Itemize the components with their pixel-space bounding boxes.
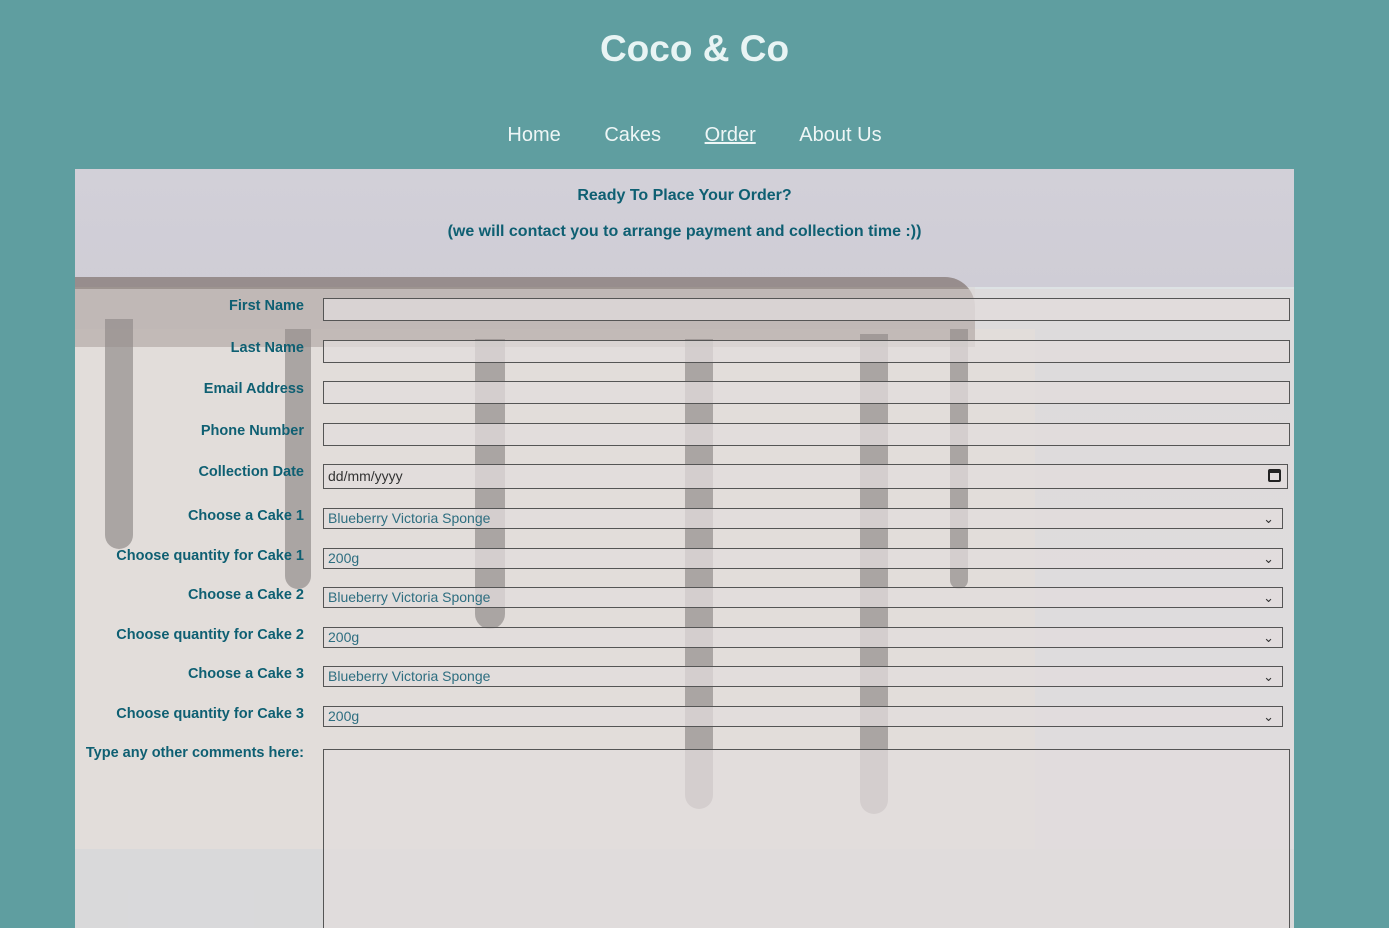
collection-date-input[interactable]: dd/mm/yyyy (323, 464, 1288, 489)
calendar-icon[interactable] (1268, 469, 1281, 482)
chevron-down-icon: ⌄ (1263, 551, 1274, 566)
first-name-input[interactable] (323, 298, 1290, 321)
nav-home[interactable]: Home (507, 124, 560, 147)
qty2-label: Choose quantity for Cake 2 (116, 627, 304, 643)
site-title: Coco & Co (599, 28, 790, 69)
qty1-selected-value: 200g (328, 550, 360, 566)
phone-input[interactable] (323, 423, 1290, 446)
last-name-label: Last Name (230, 340, 304, 356)
cake1-label: Choose a Cake 1 (187, 508, 304, 524)
chevron-down-icon: ⌄ (1263, 590, 1274, 605)
first-name-label: First Name (229, 298, 304, 314)
chevron-down-icon: ⌄ (1263, 709, 1274, 724)
qty2-select[interactable]: 200g ⌄ (323, 627, 1283, 648)
cake3-selected-value: Blueberry Victoria Sponge (328, 668, 491, 684)
cake1-selected-value: Blueberry Victoria Sponge (328, 510, 491, 526)
qty1-label: Choose quantity for Cake 1 (116, 548, 304, 564)
chevron-down-icon: ⌄ (1263, 669, 1274, 684)
nav-about-us[interactable]: About Us (799, 124, 881, 147)
cake3-label: Choose a Cake 3 (187, 666, 304, 682)
order-heading: Ready To Place Your Order? (577, 187, 792, 204)
email-label: Email Address (203, 381, 304, 397)
phone-label: Phone Number (200, 423, 304, 439)
qty2-selected-value: 200g (328, 629, 360, 645)
chevron-down-icon: ⌄ (1263, 511, 1274, 526)
order-form-panel: Ready To Place Your Order? (we will cont… (75, 169, 1294, 928)
collection-date-label: Collection Date (198, 464, 304, 480)
qty1-select[interactable]: 200g ⌄ (323, 548, 1283, 569)
email-input[interactable] (323, 381, 1290, 404)
chevron-down-icon: ⌄ (1263, 630, 1274, 645)
last-name-input[interactable] (323, 340, 1290, 363)
comments-textarea[interactable] (323, 749, 1290, 928)
main-nav: Home Cakes Order About Us (0, 124, 1389, 147)
cake1-select[interactable]: Blueberry Victoria Sponge ⌄ (323, 508, 1283, 529)
cake2-select[interactable]: Blueberry Victoria Sponge ⌄ (323, 587, 1283, 608)
qty3-select[interactable]: 200g ⌄ (323, 706, 1283, 727)
cake3-select[interactable]: Blueberry Victoria Sponge ⌄ (323, 666, 1283, 687)
comments-label: Type any other comments here: (85, 745, 304, 761)
qty3-label: Choose quantity for Cake 3 (116, 706, 304, 722)
order-subheading: (we will contact you to arrange payment … (447, 223, 922, 240)
cake2-selected-value: Blueberry Victoria Sponge (328, 589, 491, 605)
nav-cakes[interactable]: Cakes (604, 124, 661, 147)
qty3-selected-value: 200g (328, 708, 360, 724)
cake2-label: Choose a Cake 2 (187, 587, 304, 603)
nav-order[interactable]: Order (705, 124, 756, 147)
collection-date-placeholder: dd/mm/yyyy (328, 468, 403, 484)
